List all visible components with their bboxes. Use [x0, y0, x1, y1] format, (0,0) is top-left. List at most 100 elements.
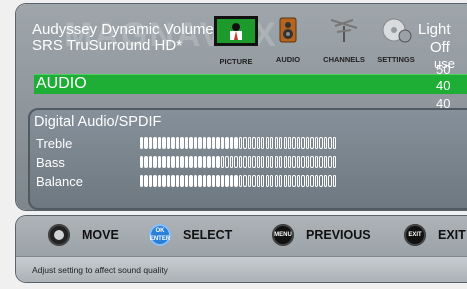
- slider-segment: [252, 175, 256, 187]
- exit-hint: EXIT EXIT: [404, 223, 466, 247]
- slider-segment: [296, 175, 301, 187]
- slider-segment: [216, 175, 220, 187]
- slider-segment: [207, 175, 211, 187]
- antenna-icon: [327, 16, 361, 44]
- bass-label: Bass: [36, 155, 65, 170]
- slider-segment: [301, 137, 305, 149]
- slider-segment: [301, 156, 305, 168]
- slider-segment: [229, 137, 234, 149]
- slider-segment: [153, 156, 157, 168]
- slider-segment: [270, 175, 274, 187]
- slider-segment: [256, 137, 260, 149]
- slider-segment: [265, 175, 269, 187]
- slider-segment: [157, 175, 162, 187]
- slider-segment: [184, 175, 189, 187]
- slider-segment: [140, 137, 144, 149]
- slider-segment: [162, 156, 166, 168]
- bass-row[interactable]: Bass: [36, 155, 466, 171]
- digital-audio-spdif-item[interactable]: Digital Audio/SPDIF: [34, 114, 161, 130]
- slider-segment: [171, 175, 175, 187]
- bass-slider[interactable]: [140, 156, 337, 170]
- slider-segment: [229, 175, 234, 187]
- tab-audio[interactable]: AUDIO: [264, 16, 312, 64]
- slider-segment: [140, 175, 144, 187]
- slider-segment: [234, 175, 238, 187]
- slider-segment: [207, 156, 211, 168]
- slider-segment: [274, 175, 278, 187]
- slider-segment: [184, 156, 189, 168]
- slider-segment: [332, 175, 337, 187]
- slider-segment: [238, 137, 243, 149]
- slider-segment: [310, 137, 314, 149]
- slider-segment: [323, 175, 328, 187]
- tab-channels[interactable]: CHANNELS: [320, 16, 368, 64]
- slider-segment: [148, 175, 153, 187]
- slider-segment: [225, 156, 229, 168]
- treble-slider[interactable]: [140, 137, 337, 151]
- remote-help-panel: MOVE OK ENTER SELECT MENU PREVIOUS EXIT …: [16, 216, 467, 282]
- tab-picture[interactable]: PICTURE: [212, 16, 260, 66]
- tab-settings[interactable]: SETTINGS: [372, 16, 420, 64]
- slider-segment: [225, 175, 229, 187]
- slider-segment: [323, 137, 328, 149]
- slider-segment: [247, 156, 252, 168]
- speaker-icon: [271, 16, 305, 44]
- slider-segment: [211, 156, 216, 168]
- audio-menu-highlight[interactable]: AUDIO: [34, 74, 467, 94]
- slider-segment: [234, 156, 238, 168]
- slider-segment: [287, 137, 292, 149]
- ok-enter-icon: OK ENTER: [149, 224, 171, 246]
- slider-segment: [283, 156, 287, 168]
- tv-icon: [214, 16, 258, 46]
- slider-segment: [166, 137, 171, 149]
- slider-segment: [247, 175, 252, 187]
- slider-segment: [270, 137, 274, 149]
- slider-segment: [287, 175, 292, 187]
- balance-row[interactable]: Balance: [36, 174, 466, 190]
- slider-segment: [175, 156, 180, 168]
- slider-segment: [274, 137, 278, 149]
- treble-label: Treble: [36, 136, 73, 151]
- slider-segment: [319, 137, 323, 149]
- move-hint: MOVE: [48, 223, 119, 247]
- treble-row[interactable]: Treble: [36, 136, 466, 152]
- slider-segment: [238, 156, 243, 168]
- balance-slider[interactable]: [140, 175, 337, 189]
- slider-segment: [153, 175, 157, 187]
- slider-segment: [261, 137, 265, 149]
- slider-segment: [283, 175, 287, 187]
- slider-segment: [157, 137, 162, 149]
- bg-item-audyssey-label: Audyssey Dynamic Volume: [32, 21, 214, 38]
- slider-segment: [261, 175, 265, 187]
- slider-segment: [256, 175, 260, 187]
- slider-segment: [193, 137, 198, 149]
- slider-segment: [162, 175, 166, 187]
- slider-segment: [202, 156, 207, 168]
- bg-item-srs-value: Off: [430, 39, 450, 56]
- slider-segment: [283, 137, 287, 149]
- slider-segment: [247, 137, 252, 149]
- slider-segment: [305, 137, 310, 149]
- slider-segment: [234, 137, 238, 149]
- slider-segment: [332, 156, 337, 168]
- slider-segment: [140, 156, 144, 168]
- slider-segment: [314, 137, 319, 149]
- slider-segment: [211, 137, 216, 149]
- slider-segment: [220, 137, 225, 149]
- slider-segment: [220, 156, 225, 168]
- move-hint-label: MOVE: [82, 228, 119, 242]
- slider-segment: [305, 156, 310, 168]
- slider-segment: [184, 137, 189, 149]
- tab-settings-label: SETTINGS: [377, 55, 415, 64]
- slider-segment: [153, 137, 157, 149]
- bg-value-2: 40: [436, 78, 451, 93]
- slider-segment: [144, 175, 148, 187]
- bg-item-srs-label: SRS TruSurround HD*: [32, 37, 183, 54]
- slider-segment: [166, 156, 171, 168]
- slider-segment: [193, 175, 198, 187]
- slider-segment: [305, 175, 310, 187]
- audio-settings-panel: Digital Audio/SPDIF Treble Bass Balance: [28, 108, 467, 210]
- slider-segment: [252, 156, 256, 168]
- slider-segment: [144, 137, 148, 149]
- slider-segment: [202, 137, 207, 149]
